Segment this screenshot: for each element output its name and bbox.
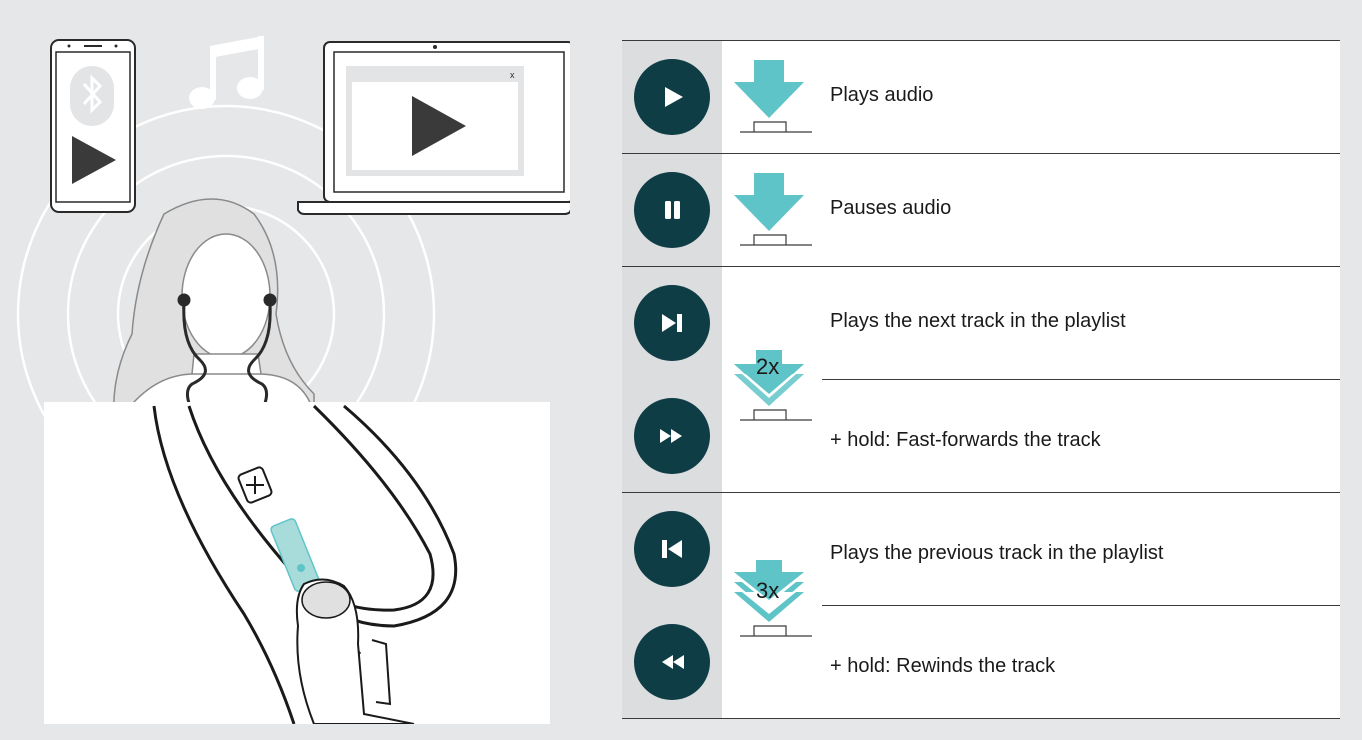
person bbox=[113, 198, 315, 418]
row-label: Pauses audio bbox=[830, 197, 952, 219]
row-label: Plays audio bbox=[830, 84, 934, 106]
previous-track-button bbox=[634, 511, 710, 587]
row-label: + hold: Fast-forwards the track bbox=[830, 429, 1101, 451]
rewind-button bbox=[634, 624, 710, 700]
next-track-button bbox=[634, 285, 710, 361]
fast-forward-button bbox=[634, 398, 710, 474]
previous-track-icon bbox=[662, 540, 682, 558]
row-label: + hold: Rewinds the track bbox=[830, 655, 1056, 677]
window-close-icon: x bbox=[510, 70, 515, 80]
control-table: Plays audio Pauses audio Plays the next … bbox=[622, 40, 1340, 719]
usage-illustration: x bbox=[16, 36, 570, 724]
play-button bbox=[634, 59, 710, 135]
icon-column bbox=[622, 40, 722, 718]
pause-button bbox=[634, 172, 710, 248]
row-label: Plays the next track in the playlist bbox=[830, 310, 1126, 332]
zoom-detail bbox=[44, 402, 550, 724]
music-note-icon bbox=[189, 36, 264, 109]
press-count-label: 2x bbox=[756, 354, 780, 379]
press-count-label: 3x bbox=[756, 578, 780, 603]
play-icon bbox=[665, 87, 683, 107]
single-press-icon bbox=[734, 173, 812, 246]
fast-forward-icon bbox=[660, 429, 682, 443]
triple-press-icon bbox=[734, 560, 812, 637]
rewind-icon bbox=[662, 655, 684, 669]
row-label: Plays the previous track in the playlist bbox=[830, 542, 1164, 564]
pause-icon bbox=[665, 201, 680, 219]
single-press-icon bbox=[734, 60, 812, 133]
next-track-icon bbox=[662, 314, 682, 332]
bluetooth-icon bbox=[70, 66, 114, 126]
smartphone bbox=[50, 39, 136, 213]
laptop: x bbox=[297, 41, 570, 215]
